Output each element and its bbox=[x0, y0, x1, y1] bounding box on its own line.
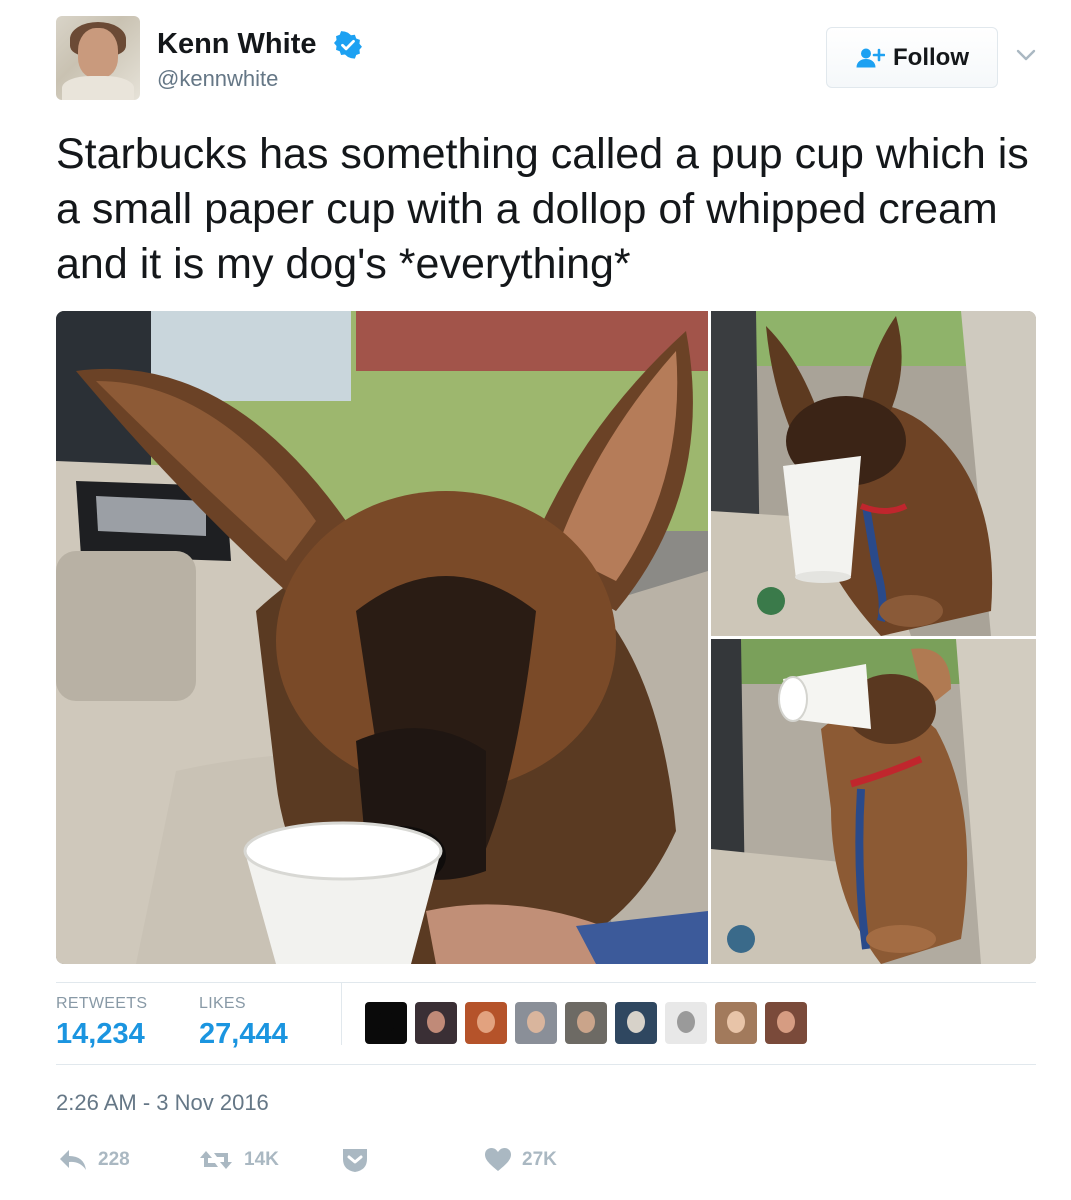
liker-avatar-face bbox=[377, 1011, 395, 1033]
direct-message-action[interactable] bbox=[340, 1146, 370, 1174]
stats-bottom-divider bbox=[56, 1064, 1036, 1065]
liker-avatar[interactable] bbox=[365, 1002, 407, 1044]
liker-avatar-face bbox=[427, 1011, 445, 1033]
liker-avatar-face bbox=[677, 1011, 695, 1033]
direct-message-icon bbox=[343, 1149, 367, 1172]
retweet-action[interactable]: 14K bbox=[198, 1146, 279, 1174]
liker-avatar[interactable] bbox=[715, 1002, 757, 1044]
tweet-timestamp[interactable]: 2:26 AM - 3 Nov 2016 bbox=[56, 1090, 269, 1116]
liker-avatar-face bbox=[727, 1011, 745, 1033]
liker-avatar[interactable] bbox=[615, 1002, 657, 1044]
retweets-label[interactable]: RETWEETS bbox=[56, 995, 147, 1013]
chevron-down-icon[interactable] bbox=[1014, 46, 1038, 64]
retweet-icon bbox=[200, 1151, 232, 1169]
like-count: 27K bbox=[522, 1149, 557, 1170]
photo-puppy-cup-over-face[interactable] bbox=[711, 639, 1036, 964]
avatar-shirt bbox=[62, 76, 134, 100]
stats-separator bbox=[341, 983, 342, 1045]
liker-avatar-face bbox=[477, 1011, 495, 1033]
reply-action[interactable]: 228 bbox=[58, 1146, 130, 1174]
follow-label: Follow bbox=[893, 43, 969, 71]
likes-label[interactable]: LIKES bbox=[199, 995, 246, 1013]
like-action[interactable]: 27K bbox=[484, 1146, 557, 1174]
liker-avatar-face bbox=[627, 1011, 645, 1033]
reply-icon bbox=[60, 1150, 86, 1170]
avatar[interactable] bbox=[56, 16, 140, 100]
liker-avatar-face bbox=[527, 1011, 545, 1033]
retweet-count: 14K bbox=[244, 1149, 279, 1170]
tweet-text: Starbucks has something called a pup cup… bbox=[56, 130, 1029, 288]
follow-user-plus-icon bbox=[856, 48, 885, 67]
retweets-count[interactable]: 14,234 bbox=[56, 1018, 145, 1051]
photo-puppy-cup-on-nose[interactable] bbox=[711, 311, 1036, 636]
heart-icon bbox=[485, 1148, 511, 1171]
reply-count: 228 bbox=[98, 1149, 130, 1170]
likes-count[interactable]: 27,444 bbox=[199, 1018, 288, 1051]
liker-avatar-face bbox=[777, 1011, 795, 1033]
liker-avatars bbox=[365, 1002, 807, 1044]
liker-avatar[interactable] bbox=[415, 1002, 457, 1044]
liker-avatar[interactable] bbox=[565, 1002, 607, 1044]
liker-avatar[interactable] bbox=[765, 1002, 807, 1044]
display-name[interactable]: Kenn White bbox=[157, 28, 317, 61]
liker-avatar[interactable] bbox=[665, 1002, 707, 1044]
stats-top-divider bbox=[56, 982, 1036, 983]
liker-avatar-face bbox=[577, 1011, 595, 1033]
user-handle[interactable]: @kennwhite bbox=[157, 66, 278, 92]
verified-badge-icon bbox=[334, 31, 362, 59]
media-grid[interactable] bbox=[56, 311, 1036, 964]
follow-button[interactable]: Follow bbox=[826, 27, 998, 88]
liker-avatar[interactable] bbox=[515, 1002, 557, 1044]
avatar-face bbox=[78, 28, 118, 78]
photo-puppy-licking-cup[interactable] bbox=[56, 311, 708, 964]
liker-avatar[interactable] bbox=[465, 1002, 507, 1044]
